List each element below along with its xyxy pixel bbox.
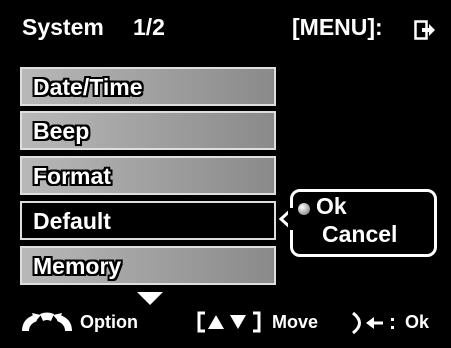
- footer-option-label: Option: [80, 312, 138, 332]
- menu-item-label: Date/Time: [33, 74, 143, 100]
- option-arcs-icon: [22, 312, 72, 331]
- up-down-arrows-icon: [197, 311, 261, 333]
- footer-ok-label: Ok: [405, 312, 430, 332]
- camera-menu-screen: System 1/2 [MENU]: Date/Time Beep Format…: [0, 0, 451, 348]
- menu-item-label: Format: [33, 163, 111, 189]
- dial-enter-icon: [352, 311, 394, 335]
- menu-item-memory[interactable]: Memory: [20, 246, 276, 285]
- menu-item-format[interactable]: Format: [20, 156, 276, 195]
- menu-title: System: [22, 14, 104, 40]
- popup-option-ok[interactable]: Ok: [316, 194, 347, 218]
- popup-pointer-mask: [288, 208, 294, 230]
- menu-item-beep[interactable]: Beep: [20, 111, 276, 150]
- menu-exit-hint: [MENU]:: [292, 14, 383, 40]
- scroll-down-arrow-icon: [137, 292, 163, 305]
- menu-item-label: Memory: [33, 253, 122, 279]
- menu-item-label: Default: [33, 208, 111, 234]
- selection-dot-icon: [298, 203, 310, 215]
- menu-item-date-time[interactable]: Date/Time: [20, 67, 276, 106]
- menu-item-default[interactable]: Default: [20, 201, 276, 240]
- page-indicator: 1/2: [133, 14, 165, 40]
- footer-move-label: Move: [272, 312, 319, 332]
- exit-arrow-icon: [414, 20, 435, 40]
- menu-item-label: Beep: [33, 118, 90, 144]
- popup-option-cancel[interactable]: Cancel: [322, 222, 397, 246]
